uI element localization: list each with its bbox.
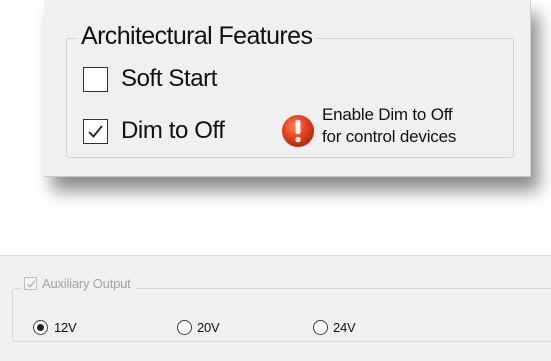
dim-to-off-label[interactable]: Dim to Off bbox=[121, 117, 225, 145]
auxiliary-output-checkbox[interactable] bbox=[24, 277, 37, 290]
auxiliary-output-label[interactable]: Auxiliary Output bbox=[42, 276, 131, 291]
voltage-12v-radio[interactable] bbox=[33, 320, 48, 335]
voltage-20v-label[interactable]: 20V bbox=[197, 320, 220, 335]
voltage-24v-label[interactable]: 24V bbox=[333, 320, 356, 335]
architectural-features-panel: Architectural Features Soft Start Dim to… bbox=[44, 0, 531, 177]
warning-line-1: Enable Dim to Off bbox=[322, 105, 453, 124]
architectural-features-group: Architectural Features Soft Start Dim to… bbox=[66, 22, 514, 158]
voltage-20v-radio[interactable] bbox=[177, 320, 192, 335]
radio-selected-dot bbox=[37, 324, 44, 331]
voltage-24v-radio[interactable] bbox=[313, 320, 328, 335]
voltage-12v-label[interactable]: 12V bbox=[54, 320, 77, 335]
auxiliary-output-panel: Auxiliary Output 12V 20V 24V bbox=[0, 255, 551, 361]
architectural-features-title: Architectural Features bbox=[77, 22, 317, 51]
warning-line-2: for control devices bbox=[322, 127, 457, 146]
dim-to-off-warning-text: Enable Dim to Off for control devices bbox=[322, 104, 456, 148]
checkmark-icon bbox=[27, 280, 36, 288]
auxiliary-output-group bbox=[12, 288, 551, 342]
soft-start-checkbox[interactable] bbox=[83, 67, 108, 92]
dim-to-off-checkbox[interactable] bbox=[83, 119, 108, 144]
soft-start-label[interactable]: Soft Start bbox=[121, 65, 217, 93]
auxiliary-output-header: Auxiliary Output bbox=[22, 276, 136, 291]
checkmark-icon bbox=[88, 125, 103, 138]
warning-icon bbox=[282, 115, 314, 147]
